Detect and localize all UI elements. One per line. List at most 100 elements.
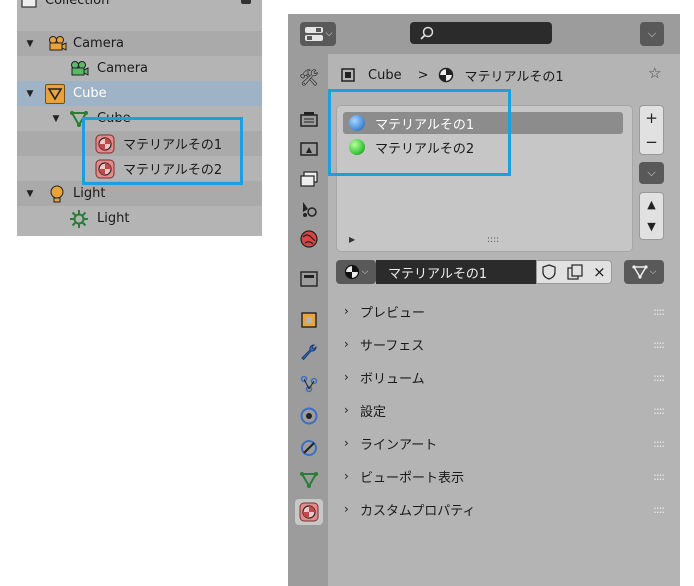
- chevron-down-icon: ⌵: [649, 267, 657, 277]
- scene-icon: [303, 202, 317, 217]
- properties-header: ⌵ ⌵: [288, 14, 680, 54]
- section-volume[interactable]: › ボリューム ::::: [344, 365, 665, 389]
- outliner-row-cube-mesh[interactable]: ▼ Cube: [17, 106, 262, 131]
- material-slot-list: マテリアルその1 マテリアルその2 ▶ ::::: [336, 105, 633, 252]
- outliner-row-collection[interactable]: Collection: [17, 0, 262, 13]
- section-label: 設定: [360, 404, 387, 420]
- collection-icon: [300, 271, 318, 287]
- link-dropdown-button[interactable]: ⌵: [624, 260, 664, 284]
- material-preview-icon: [349, 115, 365, 131]
- move-up-button[interactable]: ▲: [647, 194, 655, 216]
- list-filter-triangle-icon[interactable]: ▶: [349, 235, 355, 244]
- properties-tab-sidebar: 🛠: [288, 54, 328, 586]
- options-dropdown-button[interactable]: ⌵: [640, 22, 664, 46]
- drag-handle[interactable]: ::::: [653, 338, 665, 351]
- drag-handle[interactable]: ::::: [653, 503, 665, 516]
- section-surface[interactable]: › サーフェス ::::: [344, 332, 665, 356]
- tab-modifiers[interactable]: [295, 339, 323, 365]
- add-slot-button[interactable]: +: [645, 106, 658, 130]
- tab-material[interactable]: [295, 499, 323, 525]
- tab-output[interactable]: [295, 136, 323, 162]
- outliner-row-light-data[interactable]: Light: [17, 206, 262, 231]
- section-label: ボリューム: [360, 371, 425, 387]
- tab-particles[interactable]: [295, 371, 323, 397]
- slot-specials-dropdown[interactable]: ⌵: [639, 162, 664, 184]
- tab-world[interactable]: [295, 226, 323, 252]
- section-custom-properties[interactable]: › カスタムプロパティ ::::: [344, 497, 665, 521]
- material-icon: [299, 502, 319, 522]
- tab-scene[interactable]: [295, 196, 323, 222]
- material-slot-item[interactable]: マテリアルその2: [343, 136, 623, 158]
- particles-icon: [300, 375, 318, 393]
- camera-object-icon: [47, 34, 67, 54]
- section-label: カスタムプロパティ: [360, 503, 476, 519]
- chevron-right-icon: ›: [344, 337, 349, 351]
- search-input[interactable]: [410, 22, 552, 44]
- tab-object-data[interactable]: [295, 467, 323, 493]
- outliner-row-material-1[interactable]: マテリアルその1: [17, 131, 262, 156]
- browse-material-button[interactable]: ⌵: [336, 260, 376, 284]
- outliner-material-1-label: マテリアルその1: [123, 138, 223, 153]
- tab-view-layer[interactable]: [295, 166, 323, 192]
- mesh-data-icon: [631, 265, 648, 279]
- material-sphere-icon: [439, 67, 454, 83]
- chevron-right-icon: ›: [344, 502, 349, 516]
- section-line-art[interactable]: › ラインアート ::::: [344, 431, 665, 455]
- tab-object[interactable]: [295, 307, 323, 333]
- fake-user-shield-icon[interactable]: [542, 264, 556, 280]
- outliner-panel: Collection ▼ Camera Camera ▼ Cube ▼ Cube: [17, 0, 262, 236]
- tab-physics[interactable]: [295, 403, 323, 429]
- material-name-field[interactable]: マテリアルその1: [376, 260, 536, 284]
- breadcrumb: Cube > マテリアルその1: [340, 64, 620, 86]
- section-preview[interactable]: › プレビュー ::::: [344, 299, 665, 323]
- drag-handle[interactable]: ::::: [653, 371, 665, 384]
- expand-triangle-icon[interactable]: ▼: [25, 89, 35, 99]
- drag-handle[interactable]: ::::: [653, 470, 665, 483]
- drag-handle[interactable]: ::::: [653, 437, 665, 450]
- output-icon: [300, 142, 318, 156]
- drag-handle[interactable]: ::::: [653, 404, 665, 417]
- section-settings[interactable]: › 設定 ::::: [344, 398, 665, 422]
- outliner-row-material-2[interactable]: マテリアルその2: [17, 156, 262, 181]
- remove-slot-button[interactable]: −: [645, 130, 658, 154]
- tab-collection[interactable]: [295, 266, 323, 292]
- chevron-down-icon: ⌵: [325, 29, 333, 39]
- collection-icon: [19, 0, 39, 11]
- pin-icon[interactable]: ☆: [648, 64, 661, 82]
- drag-handle[interactable]: ::::: [653, 305, 665, 318]
- mesh-data-icon: [300, 472, 318, 488]
- move-down-button[interactable]: ▼: [647, 216, 655, 238]
- tab-tool[interactable]: 🛠: [295, 64, 323, 90]
- outliner-row-cube[interactable]: ▼ Cube: [17, 81, 262, 106]
- tab-render[interactable]: [295, 106, 323, 132]
- expand-triangle-icon[interactable]: ▼: [51, 114, 61, 124]
- properties-editor: ⌵ ⌵ 🛠 Cube > マテリアルその1 ☆ マテリアルその1 マテリアルその…: [288, 14, 680, 586]
- tab-constraints[interactable]: [295, 435, 323, 461]
- outliner-row-camera-data[interactable]: Camera: [17, 56, 262, 81]
- chevron-down-icon: ⌵: [361, 267, 369, 277]
- unlink-button[interactable]: ×: [593, 263, 606, 281]
- tool-icon: 🛠: [298, 67, 320, 87]
- section-viewport-display[interactable]: › ビューポート表示 ::::: [344, 464, 665, 488]
- material-slot-item[interactable]: マテリアルその1: [343, 112, 623, 134]
- section-label: ラインアート: [360, 437, 438, 453]
- constraints-icon: [301, 440, 317, 456]
- chevron-down-icon: ⌵: [647, 27, 657, 40]
- editor-type-button[interactable]: ⌵: [300, 22, 336, 46]
- outliner-row-light[interactable]: ▼ Light: [17, 181, 262, 206]
- duplicate-icon[interactable]: [567, 264, 583, 280]
- slot-move-group: ▲ ▼: [639, 192, 664, 240]
- expand-triangle-icon[interactable]: ▼: [25, 189, 35, 199]
- outliner-row-camera[interactable]: ▼ Camera: [17, 31, 262, 56]
- outliner-collection-label: Collection: [45, 0, 110, 8]
- chevron-right-icon: ›: [344, 304, 349, 318]
- material-slot-label: マテリアルその2: [375, 141, 475, 157]
- list-resize-grip[interactable]: ::::: [487, 235, 499, 245]
- chevron-down-icon: ⌵: [647, 166, 656, 179]
- expand-triangle-icon[interactable]: ▼: [25, 39, 35, 49]
- mesh-object-icon: [45, 83, 65, 104]
- checkbox-icon[interactable]: [241, 0, 251, 4]
- mesh-data-icon: [69, 109, 89, 129]
- section-label: ビューポート表示: [360, 470, 465, 486]
- material-icon: [95, 159, 115, 179]
